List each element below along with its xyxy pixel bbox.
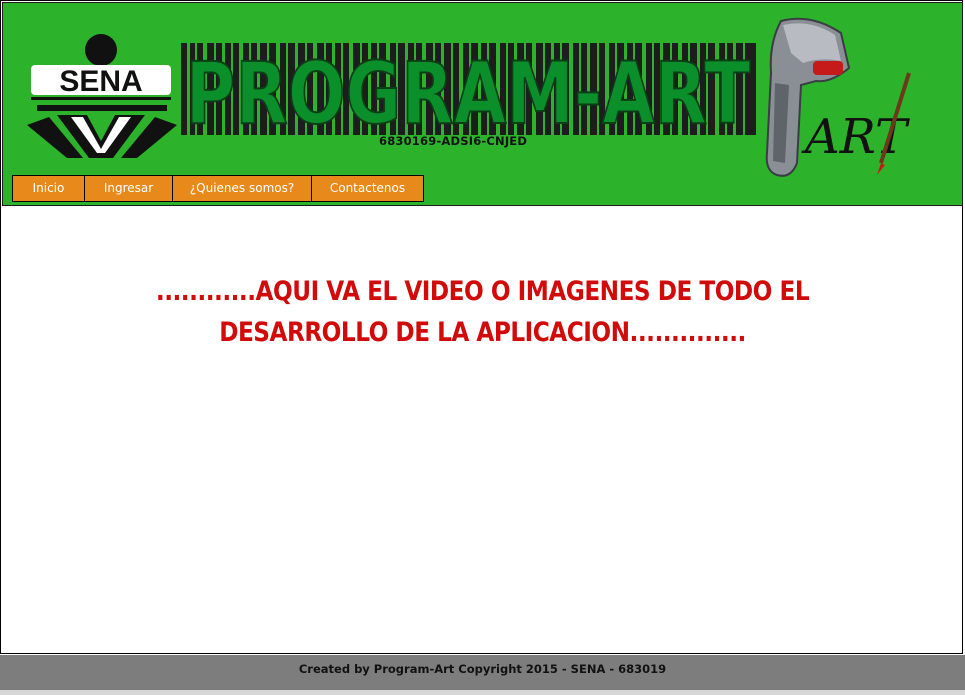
sena-logo-text: SENA (59, 65, 142, 98)
footer: Created by Program-Art Copyright 2015 - … (0, 655, 965, 690)
bottom-strip (0, 690, 965, 695)
sena-logo: SENA (27, 34, 177, 158)
nav-item-contactenos[interactable]: Contactenos (311, 175, 424, 202)
program-art-banner: PROGRAM-ART (181, 43, 756, 143)
footer-text: Created by Program-Art Copyright 2015 - … (298, 662, 667, 676)
main-nav: Inicio Ingresar ¿Quienes somos? Contacte… (12, 175, 424, 202)
banner-title: PROGRAM-ART (186, 44, 751, 143)
nav-item-quienes-somos[interactable]: ¿Quienes somos? (172, 175, 312, 202)
page-container: SENA PROGRAM-ART 6830169-ADSI6-CNJED ART… (0, 0, 963, 654)
banner-subtitle: 6830169-ADSI6-CNJED (379, 134, 528, 148)
nav-item-inicio[interactable]: Inicio (12, 175, 85, 202)
barcode-scanner-icon: ART (765, 17, 911, 177)
main-message: ............AQUI VA EL VIDEO O IMAGENES … (155, 276, 810, 348)
nav-item-ingresar[interactable]: Ingresar (84, 175, 173, 202)
header: SENA PROGRAM-ART 6830169-ADSI6-CNJED ART… (2, 2, 963, 206)
